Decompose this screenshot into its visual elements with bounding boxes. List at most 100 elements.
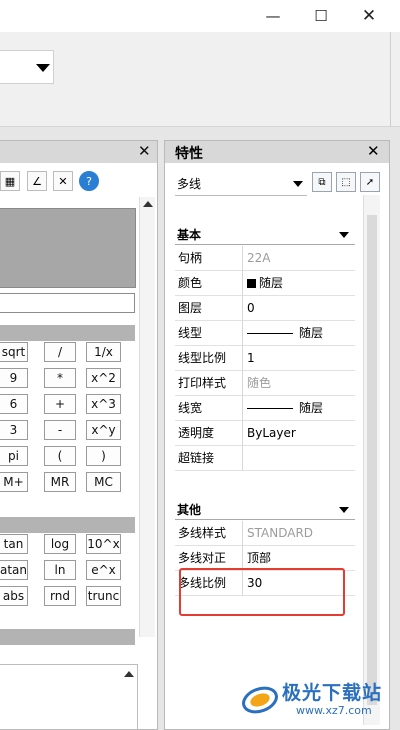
calc-key-button[interactable]: 10^x	[86, 534, 121, 554]
quick-calc-panel: ✕ ▦ ∠ ✕ ? sqrt / 1/x 9 * x^2 6 + x^3 3- x^y pi () M+ M…	[0, 140, 158, 730]
property-row[interactable]: 图层 0	[175, 296, 355, 321]
calc-key-button[interactable]: rnd	[44, 586, 76, 606]
ribbon-toolbar	[0, 32, 400, 127]
close-icon[interactable]: ✕	[367, 142, 380, 160]
calc-key-button[interactable]: (	[44, 446, 76, 466]
property-row[interactable]: 线宽 随层	[175, 396, 355, 421]
property-row[interactable]: 透明度 ByLayer	[175, 421, 355, 446]
properties-scrollbar[interactable]	[363, 195, 380, 725]
calc-key-button[interactable]: MR	[44, 472, 76, 492]
calc-key-button[interactable]: +	[44, 394, 76, 414]
calc-key-button[interactable]: M+	[0, 472, 28, 492]
calc-scrollbar[interactable]	[139, 197, 155, 637]
property-row[interactable]: 打印样式 随色	[175, 371, 355, 396]
category-other[interactable]: 其他	[175, 500, 355, 520]
property-name: 图层	[175, 296, 243, 321]
close-icon[interactable]: ✕	[138, 142, 151, 160]
units-section-header[interactable]	[0, 629, 135, 645]
property-value-text: 随层	[259, 276, 284, 290]
annotation-highlight-box	[179, 568, 345, 616]
property-value[interactable]: 随层	[247, 396, 323, 421]
minimize-button[interactable]: —	[250, 0, 296, 32]
object-type-value: 多线	[177, 177, 202, 191]
scroll-up-icon[interactable]	[143, 201, 153, 207]
scientific-section-header[interactable]	[0, 517, 135, 533]
variables-area[interactable]	[0, 664, 138, 730]
object-type-select[interactable]: 多线	[175, 174, 307, 196]
property-row[interactable]: 颜色 随层	[175, 271, 355, 296]
calc-key-button[interactable]: 6	[0, 394, 28, 414]
calc-input-field[interactable]	[0, 293, 135, 313]
watermark-title: 极光下载站	[282, 682, 383, 704]
property-value[interactable]: 1	[247, 346, 255, 371]
property-name: 打印样式	[175, 371, 243, 396]
layer-combo[interactable]	[0, 50, 54, 84]
property-value-text: ByLayer	[247, 426, 296, 440]
calc-key-button[interactable]: 1/x	[86, 342, 121, 362]
calc-key-button[interactable]: abs	[0, 586, 28, 606]
calc-key-button[interactable]: -	[44, 420, 76, 440]
properties-header: 特性 ✕	[165, 141, 389, 163]
close-button[interactable]: ✕	[346, 0, 392, 32]
calc-key-button[interactable]: e^x	[86, 560, 121, 580]
calc-key-button[interactable]: 3	[0, 420, 28, 440]
help-icon[interactable]: ?	[79, 171, 99, 191]
property-row[interactable]: 多线样式 STANDARD	[175, 521, 355, 546]
property-value[interactable]: 0	[247, 296, 255, 321]
property-value[interactable]: 22A	[247, 246, 270, 271]
clear-icon[interactable]: ✕	[53, 171, 73, 191]
property-name: 透明度	[175, 421, 243, 446]
color-swatch-icon	[247, 279, 256, 288]
scroll-up-icon[interactable]	[124, 671, 134, 677]
calc-key-button[interactable]: trunc	[86, 586, 121, 606]
property-name: 线型比例	[175, 346, 243, 371]
chevron-down-icon	[339, 232, 349, 238]
property-value[interactable]: 随层	[247, 321, 323, 346]
property-value-text: 22A	[247, 251, 271, 265]
property-value[interactable]: STANDARD	[247, 521, 313, 546]
calc-key-button[interactable]: x^y	[86, 420, 121, 440]
calc-key-button[interactable]: x^3	[86, 394, 121, 414]
calc-key-button[interactable]: tan	[0, 534, 28, 554]
calc-key-button[interactable]: MC	[86, 472, 121, 492]
calc-key-button[interactable]: log	[44, 534, 76, 554]
calc-history-display	[0, 208, 136, 288]
chevron-down-icon	[293, 181, 303, 187]
property-row[interactable]: 超链接	[175, 446, 355, 471]
select-objects-icon[interactable]: ⬚	[336, 172, 356, 192]
angle-icon[interactable]: ∠	[27, 171, 47, 191]
property-name: 句柄	[175, 246, 243, 271]
scroll-thumb[interactable]	[367, 215, 377, 705]
property-name: 颜色	[175, 271, 243, 296]
maximize-button[interactable]: ☐	[298, 0, 344, 32]
calc-key-button[interactable]: *	[44, 368, 76, 388]
property-row[interactable]: 线型 随层	[175, 321, 355, 346]
watermark-logo: 极光下载站 www.xz7.com	[240, 676, 390, 724]
calc-key-button[interactable]: atan	[0, 560, 28, 580]
calc-key-button[interactable]: sqrt	[0, 342, 28, 362]
calc-panel-header: ✕	[0, 141, 157, 163]
property-value-text: 0	[247, 301, 255, 315]
properties-panel: 特性 ✕ 多线 ⧉ ⬚ ➚ 基本 句柄 22A 颜色 随层 图层 0 线型 随层 线型比例 1 打印…	[164, 140, 390, 730]
calc-key-button[interactable]: ln	[44, 560, 76, 580]
calc-key-button[interactable]: 9	[0, 368, 28, 388]
linetype-preview-icon	[247, 333, 293, 334]
measure-icon[interactable]: ▦	[0, 171, 20, 191]
toggle-pickadd-icon[interactable]: ⧉	[312, 172, 332, 192]
quick-select-icon[interactable]: ➚	[360, 172, 380, 192]
property-value[interactable]: 随层	[247, 271, 283, 296]
property-value[interactable]: 随色	[247, 371, 271, 396]
chevron-down-icon	[36, 64, 50, 72]
property-name: 线型	[175, 321, 243, 346]
property-name: 多线样式	[175, 521, 243, 546]
property-row[interactable]: 句柄 22A	[175, 246, 355, 271]
number-pad-section-header[interactable]	[0, 325, 135, 341]
property-name: 线宽	[175, 396, 243, 421]
property-row[interactable]: 线型比例 1	[175, 346, 355, 371]
calc-key-button[interactable]: pi	[0, 446, 28, 466]
category-basic[interactable]: 基本	[175, 225, 355, 245]
calc-key-button[interactable]: /	[44, 342, 76, 362]
property-value[interactable]: ByLayer	[247, 421, 296, 446]
calc-key-button[interactable]: x^2	[86, 368, 121, 388]
calc-key-button[interactable]: )	[86, 446, 121, 466]
